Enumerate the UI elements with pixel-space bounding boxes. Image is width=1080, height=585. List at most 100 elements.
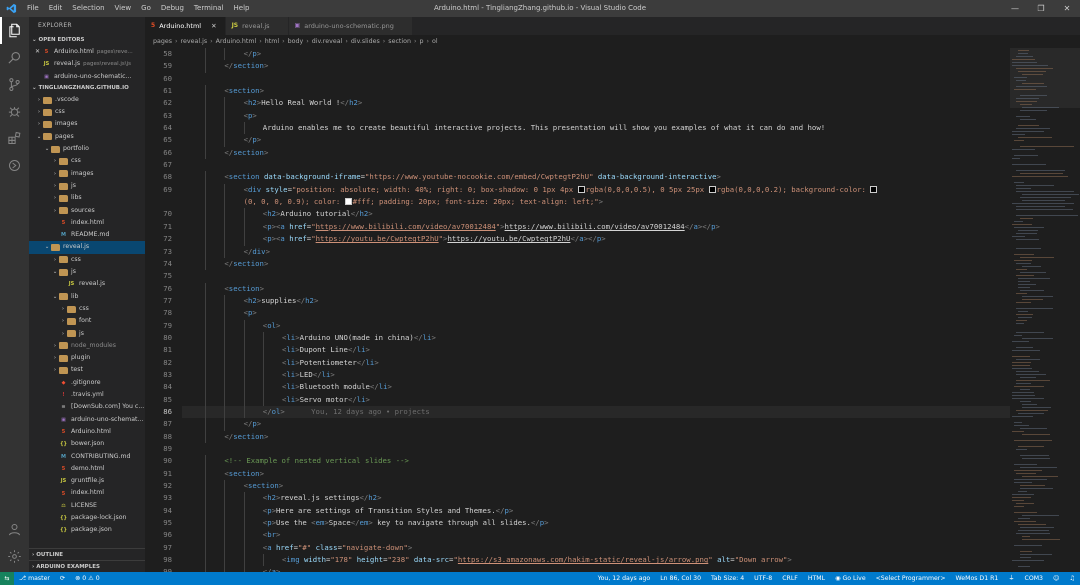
breadcrumb-item[interactable]: ol (432, 38, 438, 45)
tree-folder[interactable]: › .vscode (29, 94, 145, 106)
code-line[interactable]: 62 <h2>Hello Real World !</h2> (145, 97, 1010, 110)
breadcrumb-item[interactable]: reveal.js (181, 38, 208, 45)
menu-view[interactable]: View (110, 0, 137, 17)
code-line[interactable]: 96 <br> (145, 529, 1010, 542)
tab-size-status[interactable]: Tab Size: 4 (706, 572, 749, 585)
code-line[interactable]: 86 </ol> You, 12 days ago • projects (145, 405, 1010, 419)
close-window-button[interactable]: ✕ (1054, 0, 1080, 17)
breadcrumb-item[interactable]: pages (153, 38, 172, 45)
maximize-button[interactable]: ❐ (1028, 0, 1054, 17)
code-line[interactable]: 94 <p>Here are settings of Transition Sty… (145, 504, 1010, 518)
workspace-header[interactable]: ⌄ TINGLIANGZHANG.GITHUB.IO (29, 83, 145, 94)
code-line[interactable]: 78 <p> (145, 307, 1010, 320)
breadcrumb-item[interactable]: html (265, 38, 279, 45)
outline-header[interactable]: › OUTLINE (29, 548, 145, 560)
tree-file[interactable]: 5 demo.html (29, 463, 145, 475)
tree-folder[interactable]: ⌄ reveal.js (29, 241, 145, 254)
debug-icon[interactable] (0, 98, 29, 125)
tree-file[interactable]: M CONTRIBUTING.md (29, 451, 145, 463)
tree-file[interactable]: ◆ .gitignore (29, 377, 145, 389)
arduino-examples-header[interactable]: › ARDUINO EXAMPLES (29, 560, 145, 572)
breadcrumb-item[interactable]: body (288, 38, 304, 45)
code-line[interactable]: 76 <section> (145, 282, 1010, 295)
settings-gear-icon[interactable] (0, 543, 29, 570)
cursor-position-status[interactable]: Ln 86, Col 30 (655, 572, 706, 585)
code-line[interactable]: 97 <a href="#" class="navigate-down"> (145, 541, 1010, 555)
tree-folder[interactable]: › js (29, 180, 145, 192)
menu-edit[interactable]: Edit (44, 0, 68, 17)
code-line[interactable]: (0, 0, 0, 0.9); color: #fff; padding: 20… (145, 196, 1010, 209)
search-icon[interactable] (0, 44, 29, 71)
minimap[interactable] (1010, 48, 1080, 572)
code-line[interactable]: 90 <!-- Example of nested vertical slides… (145, 455, 1010, 468)
language-status[interactable]: HTML (803, 572, 830, 585)
blame-status[interactable]: You, 12 days ago (593, 572, 656, 585)
code-line[interactable]: 72 <p><a href="https://youtu.be/CwptegtP2… (145, 233, 1010, 246)
menu-file[interactable]: File (22, 0, 44, 17)
code-line[interactable]: 84 <li>Bluetooth module</li> (145, 381, 1010, 394)
files-icon[interactable] (0, 17, 29, 44)
open-editor-item[interactable]: ▣ arduino-uno-schematic... (29, 71, 145, 83)
remote-indicator-icon[interactable]: ⇆ (0, 572, 14, 585)
tree-file[interactable]: 5 index.html (29, 487, 145, 499)
tree-folder[interactable]: › libs (29, 192, 145, 204)
tree-file[interactable]: JS gruntfile.js (29, 475, 145, 487)
tree-folder[interactable]: › images (29, 168, 145, 180)
menu-selection[interactable]: Selection (67, 0, 109, 17)
code-line[interactable]: 59 </section> (145, 60, 1010, 73)
code-line[interactable]: 70 <h2>Arduino tutorial</h2> (145, 208, 1010, 221)
code-line[interactable]: 92 <section> (145, 480, 1010, 493)
go-live-button[interactable]: ◉ Go Live (830, 572, 871, 585)
code-line[interactable]: 74 </section> (145, 257, 1010, 271)
eol-status[interactable]: CRLF (777, 572, 803, 585)
menu-terminal[interactable]: Terminal (189, 0, 229, 17)
code-line[interactable]: 75 (145, 270, 1010, 282)
code-line[interactable]: 63 <p> (145, 109, 1010, 123)
breadcrumb-item[interactable]: p (420, 38, 424, 45)
code-line[interactable]: 68 <section data-background-iframe="https… (145, 171, 1010, 184)
code-line[interactable]: 71 <p><a href="https://www.bilibili.com/v… (145, 220, 1010, 234)
tree-folder[interactable]: ⌄ portfolio (29, 143, 145, 155)
tree-folder[interactable]: › plugin (29, 352, 145, 364)
code-line[interactable]: 80 <li>Arduino UNO(made in china)</li> (145, 331, 1010, 345)
code-line[interactable]: 61 <section> (145, 85, 1010, 98)
tree-folder[interactable]: ⌄ js (29, 266, 145, 278)
accounts-icon[interactable] (0, 516, 29, 543)
sync-status[interactable]: ⟳ (55, 572, 70, 585)
code-line[interactable]: 95 <p>Use the <em>Space</em> key to navig… (145, 517, 1010, 530)
minimize-button[interactable]: — (1002, 0, 1028, 17)
breadcrumb-item[interactable]: div.reveal (312, 38, 343, 45)
tree-folder[interactable]: ⌄ lib (29, 291, 145, 303)
code-line[interactable]: 81 <li>Dupont Line</li> (145, 344, 1010, 357)
code-line[interactable]: 69 <div style="position: absolute; width:… (145, 183, 1010, 197)
code-line[interactable]: 77 <h2>supplies</h2> (145, 294, 1010, 308)
code-line[interactable]: 73 </div> (145, 245, 1010, 258)
code-line[interactable]: 79 <ol> (145, 319, 1010, 332)
tree-folder[interactable]: › css (29, 254, 145, 266)
tree-folder[interactable]: › js (29, 328, 145, 340)
code-line[interactable]: 66 </section> (145, 146, 1010, 160)
tree-file[interactable]: 5 Arduino.html (29, 426, 145, 438)
tab-arduino-html[interactable]: 5 Arduino.html ✕ (145, 17, 226, 35)
tree-file[interactable]: ⚖ LICENSE (29, 500, 145, 512)
tree-file[interactable]: ▣ arduino-uno-schemat... (29, 414, 145, 426)
tree-folder[interactable]: › css (29, 303, 145, 315)
bell-icon[interactable]: ♫ (1064, 572, 1080, 585)
tree-file[interactable]: M README.md (29, 229, 145, 241)
tree-file[interactable]: JS reveal.js (29, 278, 145, 290)
tree-file[interactable]: {} package-lock.json (29, 512, 145, 524)
tree-folder[interactable]: › css (29, 106, 145, 118)
code-line[interactable]: 60 (145, 73, 1010, 85)
open-editor-item[interactable]: JS reveal.js pages\reveal.js\js (29, 58, 145, 70)
tree-file[interactable]: {} bower.json (29, 438, 145, 450)
tree-folder[interactable]: › images (29, 118, 145, 130)
menu-go[interactable]: Go (136, 0, 156, 17)
extensions-icon[interactable] (0, 125, 29, 152)
branch-status[interactable]: ⎇ master (14, 572, 55, 585)
breadcrumb-item[interactable]: div.slides (351, 38, 380, 45)
serial-plug-icon[interactable]: ⏚ (1003, 572, 1019, 585)
close-icon[interactable]: ✕ (33, 46, 42, 58)
code-line[interactable]: 88 </section> (145, 430, 1010, 443)
code-line[interactable]: 83 <li>LED</li> (145, 368, 1010, 382)
tree-folder[interactable]: › test (29, 364, 145, 376)
